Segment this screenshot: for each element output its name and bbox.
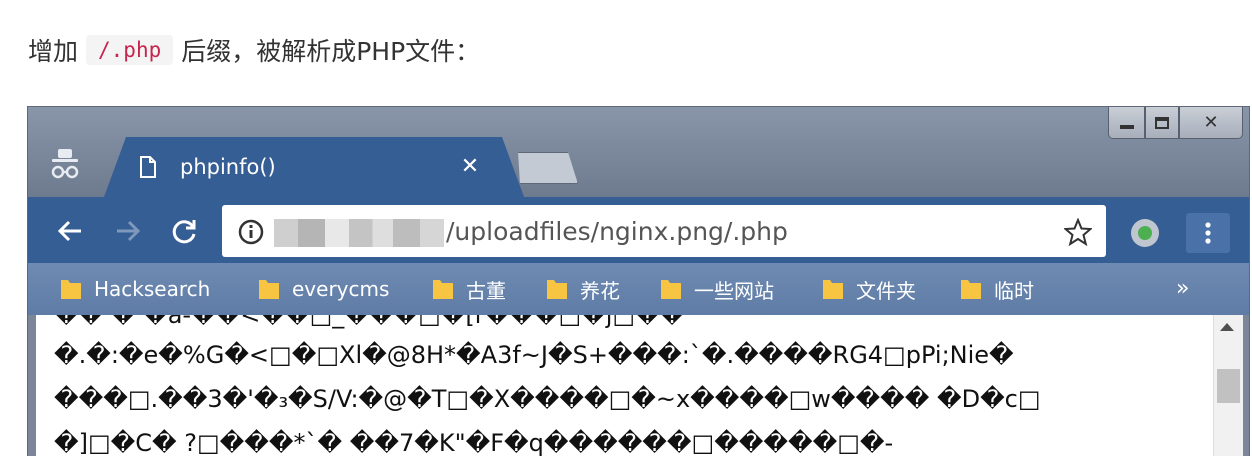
close-window-button[interactable]: ✕ [1179, 107, 1243, 139]
incognito-icon [51, 149, 79, 179]
article-caption: 增加 /.php 后缀，被解析成PHP文件： [28, 28, 480, 72]
folder-icon [433, 280, 453, 299]
bookmark-label: everycms [292, 277, 390, 301]
window-controls: ✕ [1108, 107, 1243, 139]
folder-icon [547, 280, 567, 299]
bookmark-websites[interactable]: 一些网站 [660, 273, 774, 305]
reload-icon[interactable] [170, 217, 198, 245]
bookmark-temp[interactable]: 临时 [960, 273, 1034, 305]
bookmark-label: 古董 [466, 278, 506, 303]
new-tab-button[interactable] [518, 152, 578, 184]
caption-text-before: 增加 [28, 37, 79, 66]
menu-icon[interactable] [1186, 213, 1230, 253]
back-icon[interactable] [56, 217, 84, 245]
url-text: /uploadfiles/nginx.png/.php [446, 217, 788, 246]
page-content: �� � �a-��<��□_���□�[r���□�j□�� �.�:�e�%… [36, 315, 1213, 456]
scrollbar-thumb[interactable] [1217, 369, 1240, 403]
folder-icon [259, 280, 279, 299]
bookmark-label: Hacksearch [94, 277, 211, 301]
browser-window: ✕ phpinfo() ✕ /uploadfiles/nginx.png/.ph… [27, 106, 1250, 456]
tab-title: phpinfo() [180, 155, 276, 179]
content-line: ���□.��3�'�₃�S/V:�@�T□�X����□�~x����□w��… [54, 385, 1041, 413]
maximize-button[interactable] [1145, 107, 1179, 139]
minimize-icon [1119, 124, 1134, 129]
bookmarks-bar [28, 263, 1249, 315]
close-icon: ✕ [1203, 112, 1219, 133]
bookmark-star-icon[interactable] [1064, 218, 1092, 246]
content-line: �.�:�e�%G�<□�□Xl�@8H*�A3f~J�S+���:`�.���… [54, 341, 1014, 369]
forward-icon[interactable] [114, 217, 142, 245]
caption-text-after: 后缀，被解析成PHP文件： [181, 37, 481, 66]
bookmark-label: 一些网站 [694, 278, 774, 303]
content-line: �� � �a-��<��□_���□�[r���□�j□�� [54, 315, 685, 329]
page-icon [140, 156, 156, 178]
inline-code: /.php [86, 35, 174, 65]
folder-icon [961, 280, 981, 299]
content-line: �]□�C� ?□���*`� ��7�K"�F�q������□�����□�… [54, 429, 894, 456]
folder-icon [823, 280, 843, 299]
bookmark-label: 文件夹 [856, 278, 916, 303]
bookmark-label: 临时 [994, 278, 1034, 303]
tab-close-button[interactable]: ✕ [456, 152, 484, 182]
bookmark-flowers[interactable]: 养花 [546, 273, 620, 305]
minimize-button[interactable] [1108, 107, 1145, 139]
bookmark-everycms[interactable]: everycms [258, 273, 389, 305]
maximize-icon [1155, 116, 1169, 129]
folder-icon [661, 280, 681, 299]
extension-icon[interactable] [1131, 219, 1159, 247]
scroll-up-arrow-icon[interactable] [1220, 323, 1234, 331]
info-icon[interactable] [238, 219, 264, 245]
bookmark-folder[interactable]: 文件夹 [822, 273, 916, 305]
bookmark-antiques[interactable]: 古董 [432, 273, 506, 305]
bookmark-label: 养花 [580, 278, 620, 303]
blurred-domain [274, 219, 444, 247]
folder-icon [61, 280, 81, 299]
bookmarks-overflow-button[interactable]: » [1176, 273, 1189, 305]
bookmark-hacksearch[interactable]: Hacksearch [60, 273, 210, 305]
